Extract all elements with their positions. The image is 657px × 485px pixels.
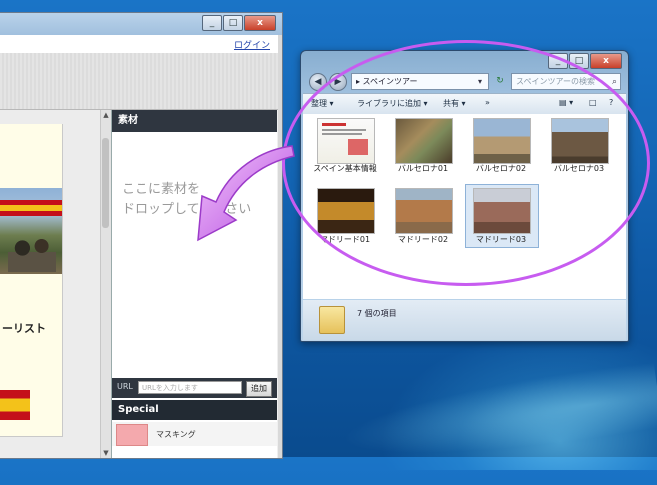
app-close-button[interactable]: x (244, 15, 276, 31)
item-count: 7 個の項目 (357, 309, 397, 318)
special-section-title: Special (112, 400, 277, 420)
slide-canvas: ーリスト (0, 110, 100, 458)
explorer-close-button[interactable]: x (590, 53, 622, 69)
app-header-band (0, 53, 278, 110)
spain-flag-icon[interactable] (0, 390, 30, 420)
spain-flag-banner (0, 200, 62, 216)
scrollbar-thumb[interactable] (102, 138, 109, 228)
photo-people (8, 232, 56, 272)
slide-caption: ーリスト (2, 322, 46, 335)
app-titlebar: _ □ x (0, 13, 282, 35)
slide-scrollbar[interactable]: ▲ ▼ (100, 110, 111, 458)
url-add-button[interactable]: 追加 (246, 381, 272, 397)
masking-swatch (116, 424, 148, 446)
url-row: URL URLを入力します 追加 (112, 378, 277, 398)
slide-photo[interactable] (0, 188, 62, 274)
slide-page[interactable]: ーリスト (0, 124, 63, 437)
search-icon[interactable]: ⌕ (612, 74, 617, 90)
url-input[interactable]: URLを入力します (138, 381, 242, 394)
folder-icon (319, 306, 345, 334)
app-minimize-button[interactable]: _ (202, 15, 222, 31)
special-item-masking[interactable]: マスキング (112, 422, 277, 446)
login-link[interactable]: ログイン (234, 38, 270, 51)
scroll-up-icon[interactable]: ▲ (101, 110, 111, 120)
app-topbar: ログイン (0, 35, 278, 53)
drag-arrow-icon (197, 145, 295, 242)
url-label: URL (117, 382, 133, 391)
materials-panel-title: 素材 (112, 110, 277, 132)
app-window-controls: _ □ x (202, 15, 276, 31)
app-maximize-button[interactable]: □ (223, 15, 243, 31)
highlight-ellipse (282, 40, 650, 286)
special-item-label: マスキング (156, 430, 196, 439)
details-pane: 7 個の項目 (303, 300, 626, 340)
